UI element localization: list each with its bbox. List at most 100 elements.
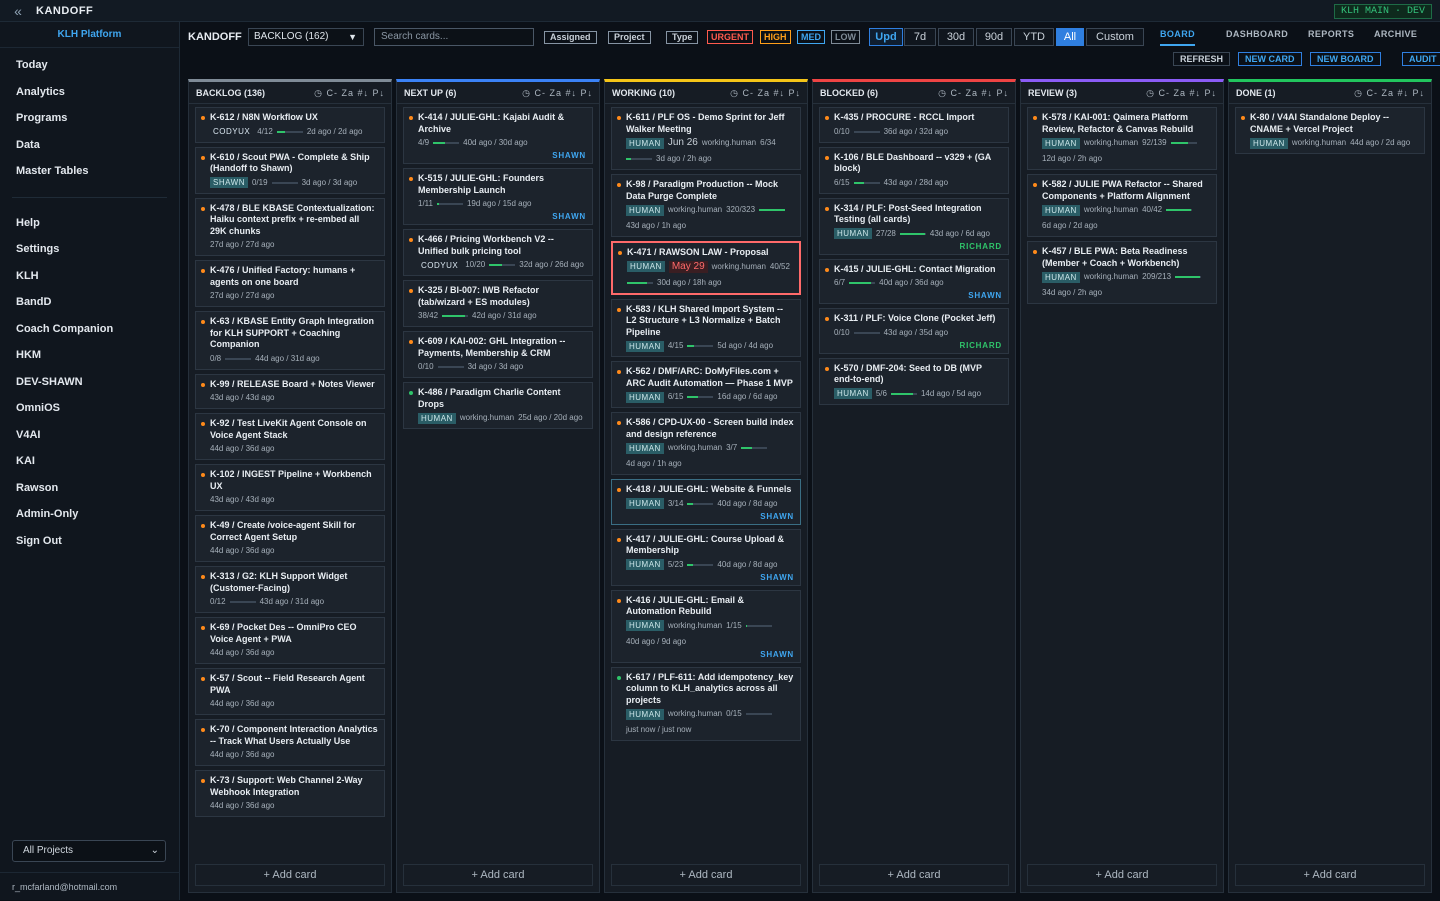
kanban-card[interactable]: K-102 / INGEST Pipeline + Workbench UX 43… (195, 464, 385, 511)
kanban-card[interactable]: K-610 / Scout PWA - Complete & Ship (Han… (195, 146, 385, 194)
refresh-button[interactable]: REFRESH (1173, 52, 1231, 66)
progress-bar (433, 142, 460, 144)
kanban-card[interactable]: K-106 / BLE Dashboard -- v329 + (GA bloc… (819, 146, 1009, 194)
add-card-button[interactable]: + Add card (819, 864, 1009, 886)
range-90d-button[interactable]: 90d (976, 28, 1012, 46)
kanban-card[interactable]: K-583 / KLH Shared Import System -- L2 S… (611, 298, 801, 357)
kanban-card[interactable]: K-325 / BI-007: IWB Refactor (tab/wizard… (403, 280, 593, 327)
sidebar-item-hkm[interactable]: HKM (0, 342, 179, 369)
range-ytd-button[interactable]: YTD (1014, 28, 1054, 46)
kanban-card[interactable]: K-311 / PLF: Voice Clone (Pocket Jeff) 0/… (819, 308, 1009, 354)
kanban-card[interactable]: K-435 / PROCURE - RCCL Import 0/10 36d ago… (819, 107, 1009, 143)
tab-board[interactable]: BOARD (1160, 28, 1195, 46)
kanban-card[interactable]: K-466 / Pricing Workbench V2 -- Unified … (403, 229, 593, 276)
sidebar-item-programs[interactable]: Programs (0, 105, 179, 132)
kanban-card[interactable]: K-313 / G2: KLH Support Widget (Customer… (195, 566, 385, 613)
kanban-card[interactable]: K-611 / PLF OS - Demo Sprint for Jeff Wa… (611, 107, 801, 170)
kanban-card[interactable]: K-476 / Unified Factory: humans + agents… (195, 260, 385, 307)
card-meta: 0/10 36d ago / 32d ago (834, 126, 1002, 138)
kanban-card[interactable]: K-57 / Scout -- Field Research Agent PWA… (195, 668, 385, 715)
column-sort-tools[interactable]: ◷ C- Za #↓ P↓ (1146, 82, 1217, 104)
add-card-button[interactable]: + Add card (611, 864, 801, 886)
sidebar-item-admin-only[interactable]: Admin-Only (0, 501, 179, 528)
update-button[interactable]: Upd (869, 28, 903, 46)
column-sort-tools[interactable]: ◷ C- Za #↓ P↓ (1354, 82, 1425, 104)
sidebar-item-bandd[interactable]: BandD (0, 289, 179, 316)
sidebar-item-omnios[interactable]: OmniOS (0, 395, 179, 422)
sidebar-item-dev-shawn[interactable]: DEV-SHAWN (0, 369, 179, 396)
priority-low-chip[interactable]: LOW (831, 30, 860, 44)
kanban-card[interactable]: K-570 / DMF-204: Seed to DB (MVP end-to-… (819, 357, 1009, 405)
kanban-card[interactable]: K-73 / Support: Web Channel 2-Way Webhoo… (195, 770, 385, 817)
kanban-card[interactable]: K-586 / CPD-UX-00 - Screen build index a… (611, 412, 801, 475)
kanban-card[interactable]: K-416 / JULIE-GHL: Email & Automation Re… (611, 589, 801, 663)
sidebar-item-sign-out[interactable]: Sign Out (0, 528, 179, 555)
sidebar-item-settings[interactable]: Settings (0, 236, 179, 263)
sidebar-item-kai[interactable]: KAI (0, 448, 179, 475)
sidebar-item-coach-companion[interactable]: Coach Companion (0, 316, 179, 343)
add-card-button[interactable]: + Add card (1027, 864, 1217, 886)
kanban-card[interactable]: K-99 / RELEASE Board + Notes Viewer 43d a… (195, 373, 385, 409)
collapse-icon[interactable]: « (0, 3, 36, 19)
range-30d-button[interactable]: 30d (938, 28, 974, 46)
kanban-card[interactable]: K-578 / KAI-001: Qaimera Platform Review… (1027, 107, 1217, 170)
range-7d-button[interactable]: 7d (904, 28, 936, 46)
kanban-card[interactable]: K-80 / V4AI Standalone Deploy -- CNAME +… (1235, 107, 1425, 154)
filter-type-button[interactable]: Type (666, 31, 699, 44)
sidebar-item-analytics[interactable]: Analytics (0, 79, 179, 106)
tab-dashboard[interactable]: DASHBOARD (1226, 28, 1288, 46)
add-card-button[interactable]: + Add card (195, 864, 385, 886)
kanban-card[interactable]: K-63 / KBASE Entity Graph Integration fo… (195, 311, 385, 370)
tab-reports[interactable]: REPORTS (1308, 28, 1354, 46)
column-sort-tools[interactable]: ◷ C- Za #↓ P↓ (730, 82, 801, 104)
kanban-card[interactable]: K-562 / DMF/ARC: DoMyFiles.com + ARC Aud… (611, 361, 801, 408)
filter-assigned-button[interactable]: Assigned (544, 31, 597, 44)
priority-urgent-chip[interactable]: URGENT (707, 30, 753, 44)
add-card-button[interactable]: + Add card (403, 864, 593, 886)
sidebar-item-today[interactable]: Today (0, 52, 179, 79)
column-review: REVIEW (3) ◷ C- Za #↓ P↓ K-578 / KAI-001: … (1020, 79, 1224, 893)
column-sort-tools[interactable]: ◷ C- Za #↓ P↓ (938, 82, 1009, 104)
kanban-card[interactable]: K-49 / Create /voice-agent Skill for Cor… (195, 515, 385, 562)
kanban-card[interactable]: K-415 / JULIE-GHL: Contact Migration 6/7 4… (819, 258, 1009, 304)
sidebar-item-master-tables[interactable]: Master Tables (0, 158, 179, 185)
kanban-card[interactable]: K-609 / KAI-002: GHL Integration -- Paym… (403, 331, 593, 378)
kanban-card[interactable]: K-582 / JULIE PWA Refactor -- Shared Com… (1027, 174, 1217, 237)
sidebar-item-data[interactable]: Data (0, 132, 179, 159)
new-board-button[interactable]: NEW BOARD (1310, 52, 1381, 66)
card-list: K-414 / JULIE-GHL: Kajabi Audit & Archiv… (403, 107, 593, 433)
sidebar-item-rawson[interactable]: Rawson (0, 475, 179, 502)
range-custom-button[interactable]: Custom (1086, 28, 1144, 46)
kanban-card[interactable]: K-92 / Test LiveKit Agent Console on Voi… (195, 413, 385, 460)
sidebar-item-help[interactable]: Help (0, 210, 179, 237)
kanban-card[interactable]: K-486 / Paradigm Charlie Content Drops HU… (403, 382, 593, 429)
filter-project-button[interactable]: Project (608, 31, 651, 44)
search-input[interactable]: Search cards... (374, 28, 534, 46)
kanban-card[interactable]: K-417 / JULIE-GHL: Course Upload & Membe… (611, 528, 801, 586)
kanban-card[interactable]: K-69 / Pocket Des -- OmniPro CEO Voice A… (195, 617, 385, 664)
kanban-card[interactable]: K-457 / BLE PWA: Beta Readiness (Member … (1027, 241, 1217, 304)
kanban-card[interactable]: K-418 / JULIE-GHL: Website & Funnels HUMA… (611, 479, 801, 525)
project-select[interactable]: All Projects ⌄ (12, 840, 166, 862)
kanban-card[interactable]: K-478 / BLE KBASE Contextualization: Hai… (195, 197, 385, 256)
kanban-card[interactable]: K-98 / Paradigm Production -- Mock Data … (611, 174, 801, 237)
column-sort-tools[interactable]: ◷ C- Za #↓ P↓ (522, 82, 593, 104)
column-sort-tools[interactable]: ◷ C- Za #↓ P↓ (314, 82, 385, 104)
new-card-button[interactable]: NEW CARD (1238, 52, 1302, 66)
sidebar-item-v4ai[interactable]: V4AI (0, 422, 179, 449)
priority-high-chip[interactable]: HIGH (760, 30, 791, 44)
kanban-card[interactable]: K-314 / PLF: Post-Seed Integration Testi… (819, 197, 1009, 255)
kanban-card[interactable]: K-515 / JULIE-GHL: Founders Membership L… (403, 168, 593, 225)
kanban-card[interactable]: K-617 / PLF-611: Add idempotency_key col… (611, 666, 801, 741)
kanban-card[interactable]: K-414 / JULIE-GHL: Kajabi Audit & Archiv… (403, 107, 593, 164)
tab-archive[interactable]: ARCHIVE (1374, 28, 1417, 46)
board-select[interactable]: BACKLOG (162) ▼ (248, 28, 364, 46)
kanban-card[interactable]: K-70 / Component Interaction Analytics -… (195, 719, 385, 766)
sidebar-item-klh[interactable]: KLH (0, 263, 179, 290)
range-all-button[interactable]: All (1056, 28, 1084, 46)
priority-med-chip[interactable]: MED (797, 30, 825, 44)
add-card-button[interactable]: + Add card (1235, 864, 1425, 886)
kanban-card[interactable]: K-612 / N8N Workflow UX CODYUX 4/12 2d ago … (195, 107, 385, 143)
audit-button[interactable]: AUDIT (1402, 52, 1440, 66)
kanban-card[interactable]: K-471 / RAWSON LAW - Proposal HUMAN May 29… (611, 241, 801, 295)
